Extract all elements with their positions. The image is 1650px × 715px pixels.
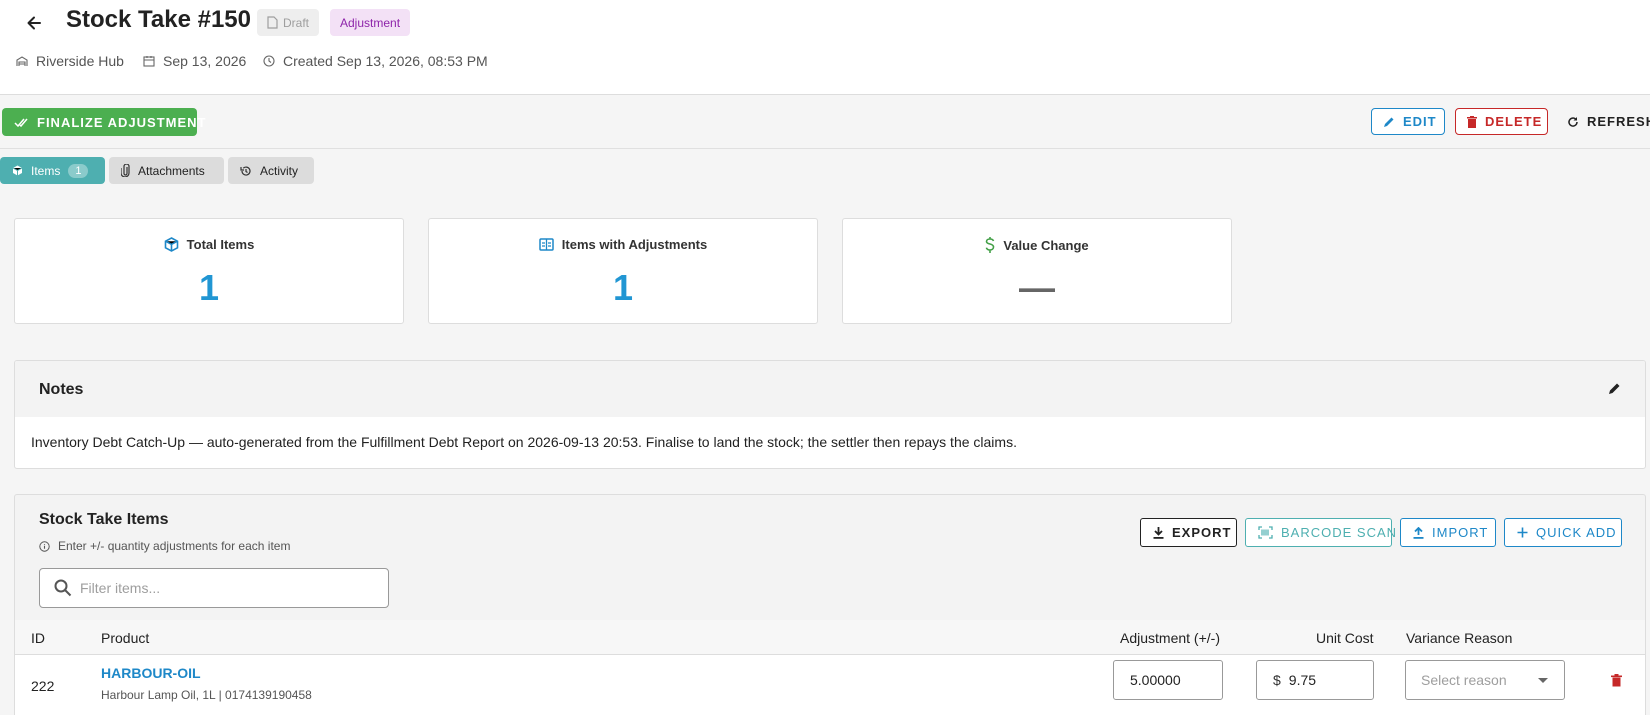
quick-add-button[interactable]: QUICK ADD: [1504, 518, 1622, 547]
import-button[interactable]: IMPORT: [1400, 518, 1496, 547]
notes-panel: Notes Inventory Debt Catch-Up — auto-gen…: [14, 360, 1646, 469]
barcode-scan-button[interactable]: BARCODE SCAN: [1245, 518, 1396, 547]
date-meta: Sep 13, 2026: [143, 52, 246, 69]
download-icon: [1153, 526, 1164, 539]
barcode-scan-label: BARCODE SCAN: [1281, 525, 1398, 540]
location-label: Riverside Hub: [36, 52, 124, 69]
column-header-adjustment[interactable]: Adjustment (+/-): [1120, 630, 1220, 646]
refresh-label: REFRESH: [1587, 114, 1650, 129]
column-header-product[interactable]: Product: [101, 630, 149, 646]
stock-take-items-panel: Stock Take Items Enter +/- quantity adju…: [14, 494, 1646, 715]
dollar-icon: [985, 237, 995, 253]
import-label: IMPORT: [1432, 525, 1489, 540]
status-badge: Draft: [257, 9, 320, 36]
items-help-text: Enter +/- quantity adjustments for each …: [58, 539, 291, 553]
adjustment-value: 5.00000: [1130, 672, 1181, 688]
row-id: 222: [31, 678, 55, 694]
filter-items-input[interactable]: [80, 569, 380, 607]
finalize-adjustment-button[interactable]: FINALIZE ADJUSTMENT: [2, 108, 205, 136]
export-button[interactable]: EXPORT: [1140, 518, 1237, 547]
notes-body: Inventory Debt Catch-Up — auto-generated…: [31, 434, 1017, 450]
upload-icon: [1413, 526, 1424, 539]
barcode-scan-icon: [1258, 526, 1273, 539]
column-header-variance-reason[interactable]: Variance Reason: [1406, 630, 1512, 646]
pencil-icon: [1383, 116, 1395, 128]
stat-card-value-change: Value Change —: [842, 218, 1232, 324]
notes-title: Notes: [39, 381, 84, 398]
clock-icon: [263, 54, 275, 67]
refresh-button[interactable]: REFRESH: [1565, 108, 1650, 135]
delete-button[interactable]: DELETE: [1455, 108, 1548, 135]
items-help: Enter +/- quantity adjustments for each …: [39, 539, 290, 553]
product-link[interactable]: HARBOUR-OIL: [101, 665, 201, 681]
filter-items-field[interactable]: [39, 568, 389, 608]
warehouse-icon: [16, 55, 28, 67]
tab-attachments[interactable]: Attachments: [109, 157, 224, 184]
variance-reason-placeholder: Select reason: [1421, 672, 1507, 688]
edit-notes-icon[interactable]: [1608, 382, 1621, 395]
date-label: Sep 13, 2026: [163, 52, 247, 69]
document-icon: [267, 16, 278, 29]
stat-card-items-with-adjustments: Items with Adjustments 1: [428, 218, 818, 324]
page-header: Stock Take #150 Draft Adjustment Riversi…: [0, 0, 1650, 95]
product-description: Harbour Lamp Oil, 1L | 0174139190458: [101, 688, 312, 702]
stat-value: 1: [198, 267, 220, 308]
double-check-icon: [14, 117, 29, 128]
created-label: Created Sep 13, 2026, 08:53 PM: [283, 52, 488, 69]
edit-button[interactable]: EDIT: [1371, 108, 1445, 135]
unit-cost-input[interactable]: $ 9.75: [1256, 660, 1374, 700]
adjustment-input[interactable]: 5.00000: [1113, 660, 1223, 700]
divider: [0, 148, 1650, 149]
edit-label: EDIT: [1403, 114, 1437, 129]
trash-icon: [1467, 115, 1477, 128]
created-meta: Created Sep 13, 2026, 08:53 PM: [263, 52, 488, 69]
items-title: Stock Take Items: [39, 511, 169, 528]
history-icon: [240, 165, 252, 177]
stat-value: 1: [612, 267, 634, 308]
stat-label: Value Change: [1003, 237, 1089, 253]
tab-activity-label: Activity: [260, 163, 299, 178]
refresh-icon: [1567, 116, 1579, 128]
search-icon: [54, 579, 72, 597]
tab-activity[interactable]: Activity: [228, 157, 314, 184]
export-label: EXPORT: [1172, 525, 1232, 540]
delete-row-icon[interactable]: [1611, 674, 1622, 687]
stat-label: Total Items: [186, 237, 255, 252]
back-arrow-icon[interactable]: [24, 13, 44, 33]
type-badge: Adjustment: [330, 9, 411, 36]
column-header-id[interactable]: ID: [31, 630, 45, 646]
delete-label: DELETE: [1485, 114, 1543, 129]
page-title: Stock Take #150: [66, 6, 252, 33]
finalize-label: FINALIZE ADJUSTMENT: [37, 114, 207, 130]
tab-attachments-label: Attachments: [138, 163, 205, 178]
cube-icon: [12, 165, 23, 176]
currency-symbol: $: [1273, 672, 1281, 688]
status-label: Draft: [283, 15, 310, 30]
column-header-unit-cost[interactable]: Unit Cost: [1316, 630, 1374, 646]
compare-icon: [539, 238, 554, 251]
stat-card-total-items: Total Items 1: [14, 218, 404, 324]
table-header: ID Product Adjustment (+/-) Unit Cost Va…: [15, 620, 1645, 655]
location-meta: Riverside Hub: [16, 52, 124, 69]
info-icon: [39, 540, 50, 552]
cube-icon: [164, 237, 179, 252]
notes-header: Notes: [15, 361, 1645, 417]
quick-add-label: QUICK ADD: [1536, 525, 1617, 540]
tab-items[interactable]: Items 1: [0, 157, 105, 184]
variance-reason-select[interactable]: Select reason: [1405, 660, 1565, 700]
tab-items-label: Items: [31, 163, 61, 178]
table-row: 222 HARBOUR-OIL Harbour Lamp Oil, 1L | 0…: [15, 655, 1645, 715]
chevron-down-icon: [1538, 678, 1548, 683]
plus-icon: [1517, 527, 1528, 538]
calendar-icon: [143, 55, 155, 67]
tab-items-count: 1: [68, 163, 89, 178]
paperclip-icon: [121, 164, 130, 177]
stat-label: Items with Adjustments: [561, 237, 708, 252]
stat-value: —: [1019, 267, 1055, 308]
unit-cost-value: 9.75: [1288, 672, 1317, 688]
